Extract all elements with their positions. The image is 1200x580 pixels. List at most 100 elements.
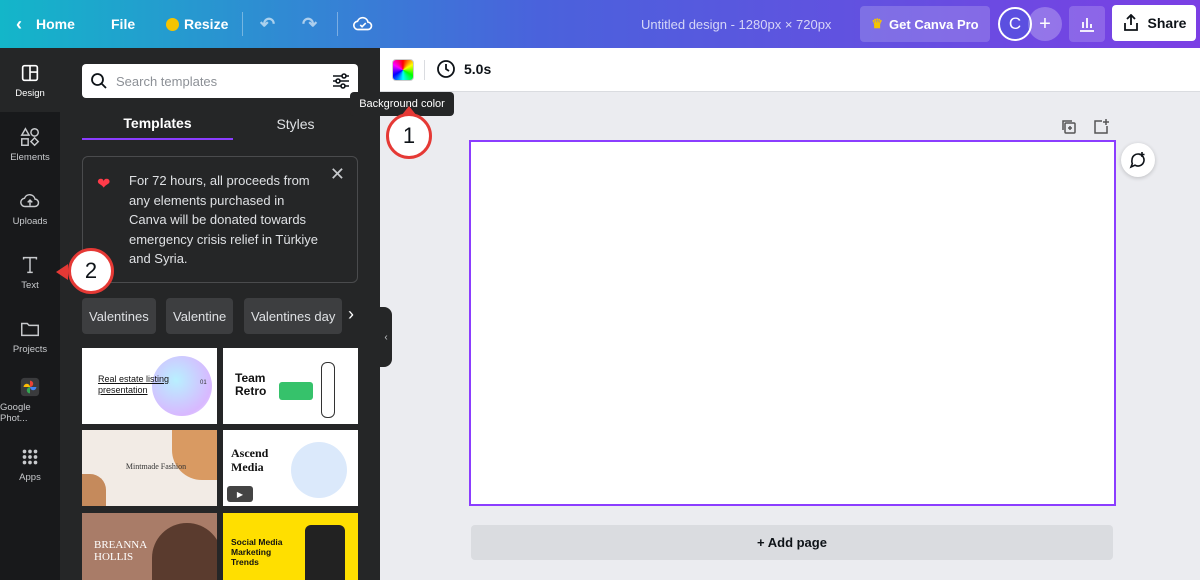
template-title: Team Retro: [235, 371, 267, 398]
home-button[interactable]: ‹ Home: [16, 0, 75, 48]
divider: [242, 12, 243, 36]
background-color-swatch[interactable]: [392, 59, 414, 81]
heart-icon: ❤: [97, 176, 111, 193]
chevron-left-icon: ‹: [384, 331, 388, 343]
rail-item-elements[interactable]: Elements: [0, 112, 60, 176]
decorative-shape: [152, 523, 217, 580]
annotation-badge-2: 2: [68, 248, 114, 294]
redo-icon[interactable]: ↷: [302, 0, 317, 48]
rail-item-text[interactable]: Text: [0, 240, 60, 304]
duration-label: 5.0s: [464, 61, 492, 77]
template-number: 01: [200, 380, 207, 386]
crown-icon: ♛: [871, 16, 884, 31]
rail-item-design[interactable]: Design: [0, 48, 60, 112]
get-pro-button[interactable]: ♛ Get Canva Pro: [860, 6, 990, 42]
collapse-panel-button[interactable]: ‹: [380, 307, 392, 367]
duplicate-page-icon[interactable]: [1060, 118, 1078, 136]
search-icon: [91, 73, 107, 89]
people-illustration: [291, 442, 347, 498]
document-title[interactable]: Untitled design - 1280px × 720px: [641, 0, 831, 48]
add-page-button[interactable]: + Add page: [471, 525, 1113, 560]
rail-item-google-photos[interactable]: Google Phot...: [0, 368, 60, 432]
chevron-left-icon: ‹: [16, 13, 22, 34]
annotation-badge-1: 1: [386, 113, 432, 159]
template-thumbnail[interactable]: Mintmade Fashion: [82, 430, 217, 506]
donation-notice: ❤ For 72 hours, all proceeds from any el…: [82, 156, 358, 283]
context-toolbar: 5.0s: [380, 48, 1200, 92]
share-button[interactable]: Share: [1112, 5, 1196, 41]
rail-label: Elements: [10, 151, 50, 163]
cloud-sync-icon[interactable]: [352, 0, 374, 48]
template-title: BREANNA HOLLIS: [94, 539, 147, 563]
template-title: Ascend Media: [231, 446, 269, 474]
rail-label: Design: [15, 87, 45, 99]
share-icon: [1123, 14, 1138, 31]
template-thumbnail[interactable]: Social Media Marketing Trends: [223, 513, 358, 580]
rail-label: Text: [21, 279, 39, 291]
top-bar: ‹ Home File Resize ↶ ↷ Untitled design -…: [0, 0, 1200, 48]
close-icon[interactable]: ✕: [330, 164, 345, 185]
add-collaborator-button[interactable]: +: [1028, 7, 1062, 41]
templates-panel: Templates Styles ❤ For 72 hours, all pro…: [60, 48, 380, 580]
person-illustration: [321, 362, 335, 418]
chip-valentine[interactable]: Valentine: [166, 298, 234, 334]
chevron-right-icon[interactable]: ›: [348, 304, 354, 325]
rail-label: Google Phot...: [0, 402, 31, 424]
file-menu-button[interactable]: File: [111, 0, 135, 48]
rail-label: Apps: [19, 471, 41, 483]
clock-icon: [437, 60, 455, 78]
share-label: Share: [1147, 15, 1187, 31]
chip-valentines-day[interactable]: Valentines day: [244, 298, 343, 334]
annotation-pointer: [401, 106, 417, 116]
template-thumbnail[interactable]: Real estate listing presentation 01: [82, 348, 217, 424]
plus-icon: +: [1039, 12, 1051, 35]
resize-label: Resize: [184, 16, 229, 32]
home-label: Home: [36, 16, 75, 32]
insights-button[interactable]: [1069, 6, 1105, 42]
file-label: File: [111, 16, 136, 32]
resize-button[interactable]: Resize: [166, 0, 228, 48]
design-canvas[interactable]: [469, 140, 1116, 506]
cloud-upload-icon: [20, 193, 40, 207]
rail-label: Uploads: [12, 215, 48, 227]
apps-grid-icon: [22, 449, 38, 464]
template-thumbnail[interactable]: Team Retro: [223, 348, 358, 424]
crown-icon: [166, 17, 179, 31]
rail-item-uploads[interactable]: Uploads: [0, 176, 60, 240]
folder-icon: [21, 322, 39, 336]
google-photos-icon: [20, 377, 40, 397]
rail-item-projects[interactable]: Projects: [0, 304, 60, 368]
template-search-bar[interactable]: [82, 64, 358, 98]
decorative-box: [279, 382, 313, 400]
rail-label: Projects: [12, 343, 48, 355]
template-title: Social Media Marketing Trends: [231, 537, 283, 567]
divider: [424, 60, 425, 80]
video-play-icon: ▶: [227, 486, 253, 502]
duration-button[interactable]: 5.0s: [436, 59, 491, 79]
undo-icon[interactable]: ↶: [260, 0, 275, 48]
tab-styles[interactable]: Styles: [233, 108, 358, 140]
tab-templates[interactable]: Templates: [82, 108, 233, 140]
decorative-shape: [82, 474, 106, 506]
notice-text: For 72 hours, all proceeds from any elem…: [129, 173, 319, 266]
template-title: Real estate listing presentation: [98, 374, 170, 395]
comment-plus-icon: [1129, 152, 1145, 169]
divider: [337, 12, 338, 36]
chip-valentines[interactable]: Valentines: [82, 298, 156, 334]
search-input[interactable]: [116, 73, 324, 89]
template-thumbnail[interactable]: BREANNA HOLLIS: [82, 513, 217, 580]
phone-mockup-image: [305, 525, 345, 580]
rail-item-apps[interactable]: Apps: [0, 432, 60, 496]
side-nav-rail: Design Elements Uploads Text Projects Go…: [0, 48, 60, 580]
template-title: Mintmade Fashion: [125, 462, 187, 471]
bar-chart-icon: [1080, 18, 1094, 32]
filter-sliders-icon[interactable]: [332, 72, 350, 90]
add-comment-button[interactable]: [1121, 143, 1155, 177]
template-thumbnail[interactable]: Ascend Media ▶: [223, 430, 358, 506]
avatar[interactable]: C: [998, 7, 1032, 41]
add-page-icon[interactable]: [1092, 118, 1110, 136]
layout-icon: [21, 64, 39, 81]
annotation-pointer: [56, 264, 68, 280]
get-pro-label: Get Canva Pro: [889, 16, 979, 32]
text-icon: [22, 256, 38, 273]
